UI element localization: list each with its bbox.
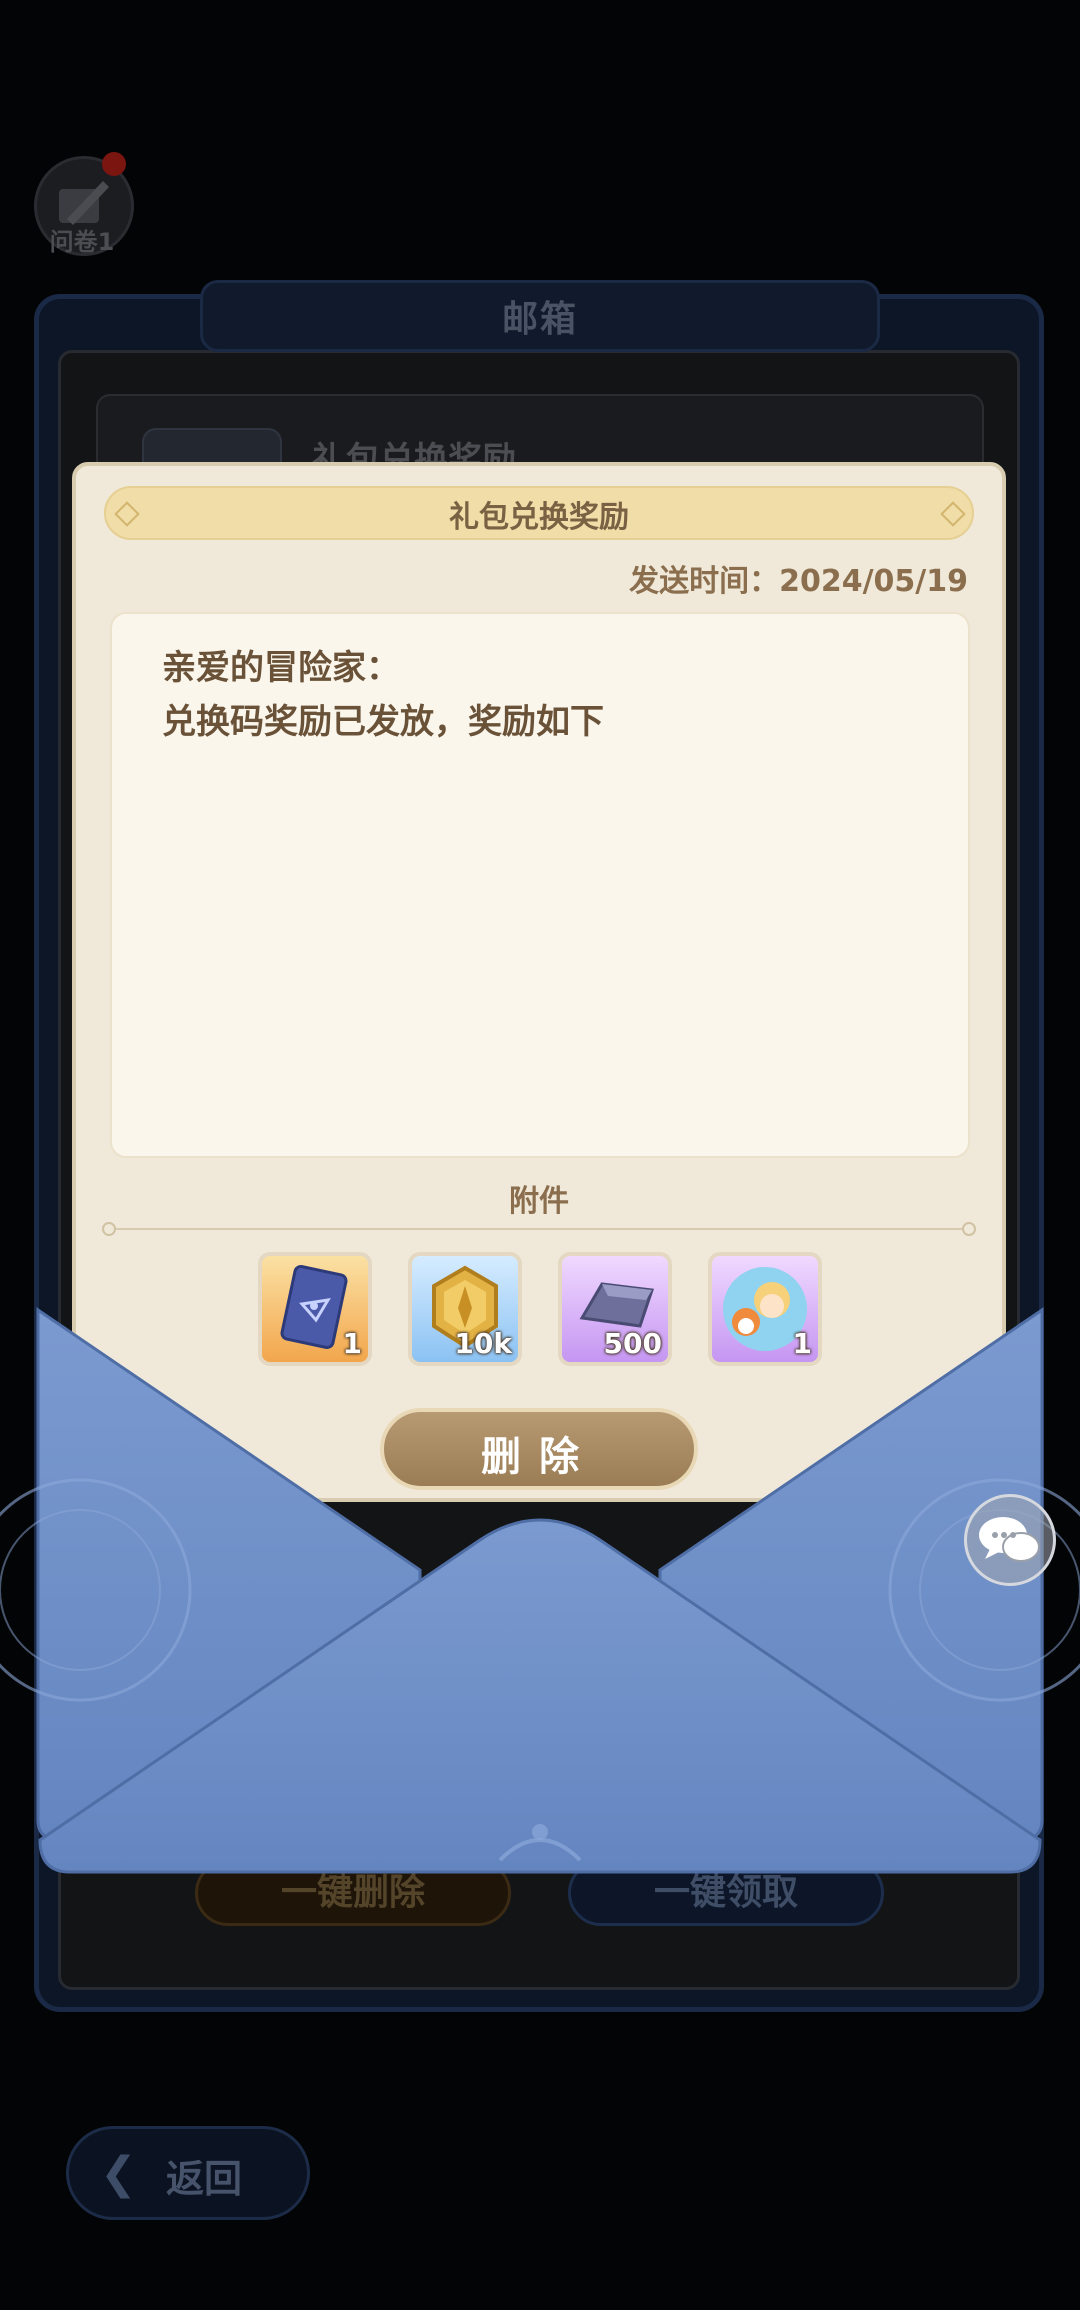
back-label: 返回 <box>166 2157 243 2201</box>
back-arrow-icon: ❮ <box>100 2148 137 2199</box>
chat-button[interactable] <box>964 1494 1056 1586</box>
notification-dot <box>102 152 126 176</box>
divider <box>110 1228 970 1230</box>
attachments-title: 附件 <box>509 1184 569 1219</box>
mailbox-title: 邮箱 <box>501 299 578 340</box>
letter-title: 礼包兑换奖励 <box>449 500 629 535</box>
send-time: 发送时间：2024/05/19 <box>629 564 968 599</box>
divider-dot <box>962 1222 976 1236</box>
envelope <box>0 1307 1080 1874</box>
survey-label: 问卷1 <box>49 228 115 256</box>
letter-greeting: 亲爱的冒险家： <box>162 648 400 688</box>
chat-bubble-icon <box>979 1517 1040 1562</box>
letter-message: 兑换码奖励已发放，奖励如下 <box>162 702 604 742</box>
divider-dot <box>102 1222 116 1236</box>
